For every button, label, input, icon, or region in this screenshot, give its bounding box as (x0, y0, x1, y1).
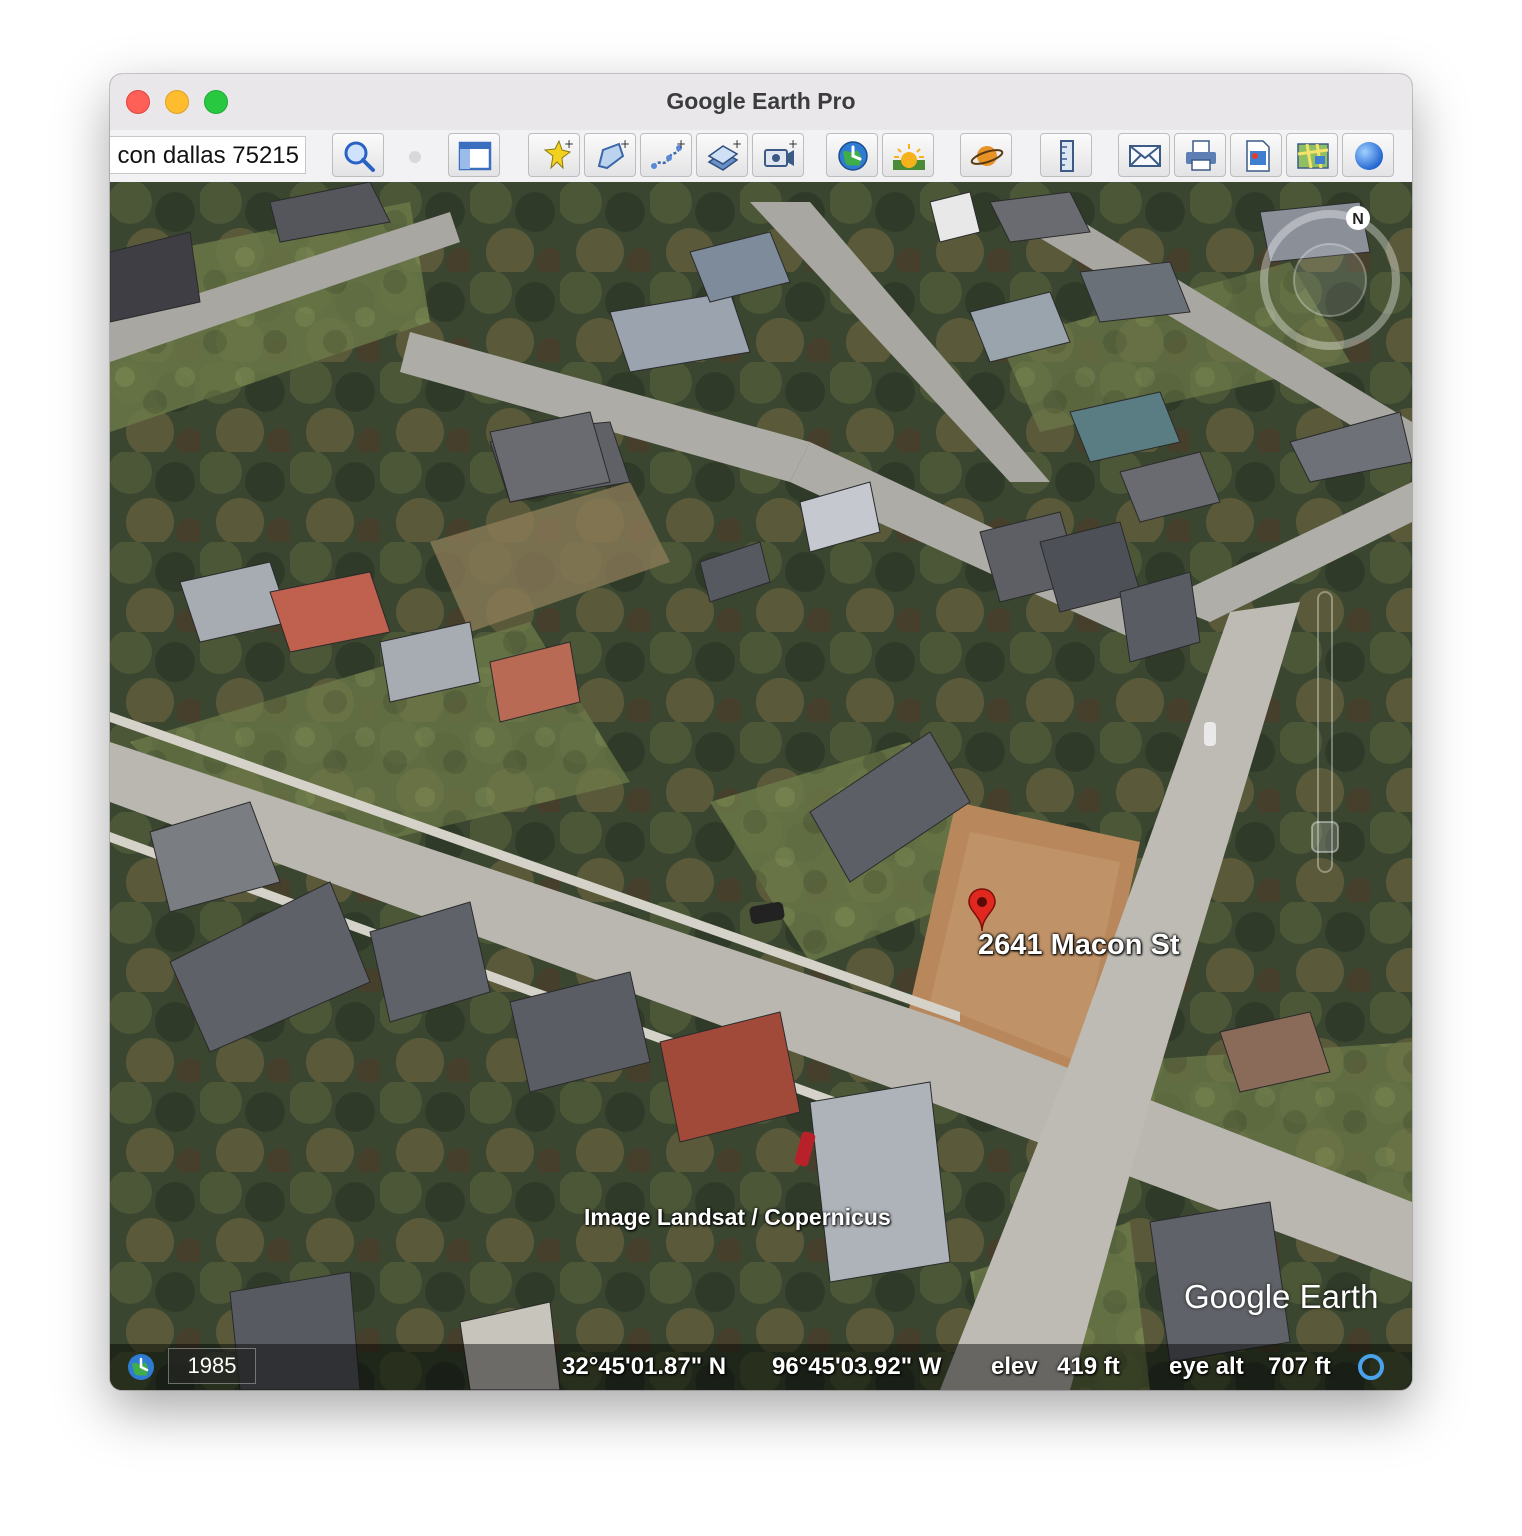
sidebar-toggle-icon (458, 141, 492, 171)
search-icon (344, 141, 375, 172)
compass-north-label: N (1352, 211, 1364, 228)
record-tour-icon: + (764, 138, 797, 167)
navigation-compass[interactable]: N (1250, 200, 1410, 360)
add-placemark-button[interactable]: + (528, 133, 580, 177)
planets-icon (970, 146, 1004, 166)
add-polygon-button[interactable]: + (584, 133, 636, 177)
add-polygon-icon: + (597, 138, 629, 170)
print-icon (1186, 140, 1216, 171)
toolbar-separator (409, 151, 421, 163)
streaming-status-icon (1358, 1354, 1384, 1380)
email-button[interactable] (1118, 133, 1170, 177)
toolbar: con dallas 75215 + + + + + (110, 130, 1412, 183)
historical-imagery-button[interactable] (826, 133, 878, 177)
zoom-slider[interactable] (1308, 582, 1342, 882)
svg-text:+: + (676, 138, 685, 151)
sidebar-toggle-button[interactable] (448, 133, 500, 177)
historical-year[interactable]: 1985 (168, 1348, 256, 1384)
window-title: Google Earth Pro (666, 88, 856, 114)
eye-altitude-value: 707 ft (1268, 1353, 1331, 1380)
title-bar: Google Earth Pro (110, 74, 1412, 130)
search-button[interactable] (332, 133, 384, 177)
imagery-attribution: Image Landsat / Copernicus (584, 1204, 891, 1230)
record-tour-button[interactable]: + (752, 133, 804, 177)
earth-icon (1355, 142, 1383, 170)
earth-button[interactable] (1342, 133, 1394, 177)
planets-button[interactable] (960, 133, 1012, 177)
eye-altitude-label: eye alt (1169, 1353, 1244, 1380)
elevation-label: elev (991, 1353, 1038, 1380)
image-overlay-icon: + (707, 138, 741, 171)
elevation-value: 419 ft (1057, 1353, 1120, 1380)
svg-text:+: + (732, 138, 741, 151)
image-overlay-button[interactable]: + (696, 133, 748, 177)
historical-imagery-status-icon[interactable] (126, 1352, 156, 1382)
email-icon (1129, 145, 1161, 167)
longitude-readout: 96°45'03.92" W (772, 1353, 942, 1380)
status-bar: 1985 32°45'01.87" N 96°45'03.92" W elev … (110, 1344, 1412, 1390)
save-image-icon (1246, 140, 1270, 172)
view-in-maps-button[interactable] (1286, 133, 1338, 177)
sunlight-button[interactable] (882, 133, 934, 177)
view-in-maps-icon (1297, 143, 1329, 169)
earth-map-view[interactable]: N 2641 Macon St Image Landsat / Copernic… (110, 182, 1412, 1390)
sunlight-icon (893, 144, 925, 170)
ruler-button[interactable] (1040, 133, 1092, 177)
svg-text:+: + (788, 138, 797, 151)
ruler-icon (1060, 140, 1074, 172)
save-image-button[interactable] (1230, 133, 1282, 177)
placemark-label[interactable]: 2641 Macon St (978, 929, 1179, 962)
placemark-pin-icon[interactable] (967, 887, 997, 933)
historical-imagery-icon (838, 141, 868, 171)
google-earth-watermark: Google Earth (1184, 1278, 1379, 1315)
latitude-readout: 32°45'01.87" N (562, 1353, 727, 1380)
search-input-value: con dallas 75215 (117, 142, 299, 169)
add-path-icon: + (651, 138, 685, 169)
add-path-button[interactable]: + (640, 133, 692, 177)
app-window: Google Earth Pro con dallas 75215 + + + … (110, 74, 1412, 1390)
print-button[interactable] (1174, 133, 1226, 177)
svg-text:+: + (620, 138, 629, 151)
search-input[interactable]: con dallas 75215 (110, 136, 306, 174)
add-placemark-icon: + (543, 138, 573, 170)
svg-text:+: + (564, 138, 573, 151)
